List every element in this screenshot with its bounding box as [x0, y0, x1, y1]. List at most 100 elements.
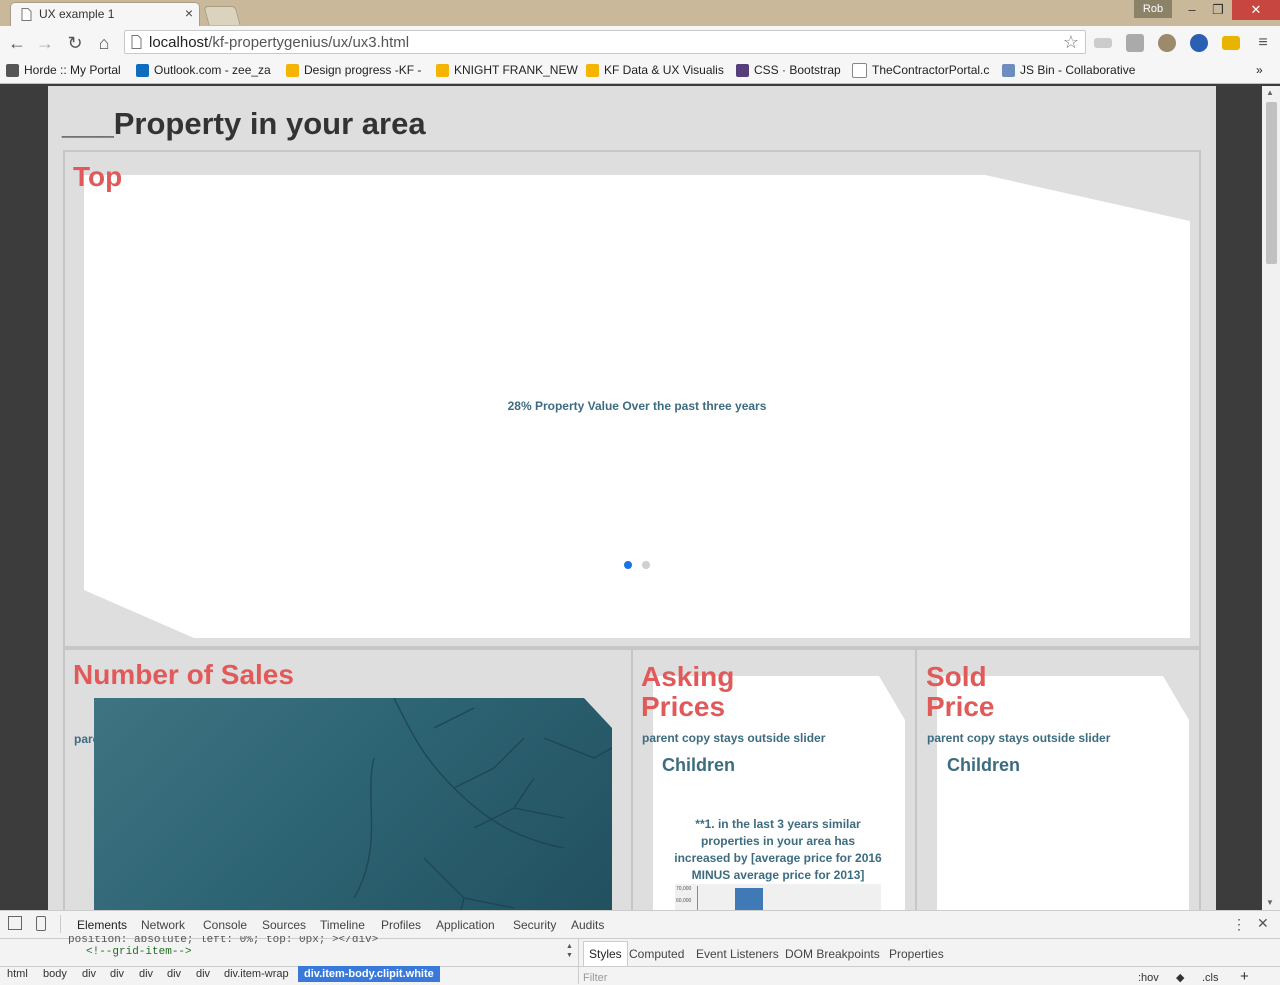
sales-image	[94, 698, 612, 910]
breadcrumb-item[interactable]: body	[43, 968, 67, 980]
extension-icon[interactable]	[1190, 34, 1208, 52]
top-panel: Top 28% Property Value Over the past thr…	[63, 150, 1201, 648]
browser-tab[interactable]: UX example 1 ×	[10, 2, 200, 26]
device-mode-icon[interactable]	[36, 916, 46, 931]
new-tab-button[interactable]	[203, 6, 241, 25]
address-bar[interactable]: localhost/kf-propertygenius/ux/ux3.html …	[124, 30, 1086, 54]
bookmark-star-icon[interactable]: ☆	[1063, 32, 1079, 53]
bookmark-item[interactable]: Design progress -KF -	[286, 62, 421, 78]
forward-icon[interactable]: →	[34, 32, 56, 54]
extension-icon[interactable]	[1158, 34, 1176, 52]
devtools-tab-sources[interactable]: Sources	[262, 918, 306, 932]
devtools-tab-timeline[interactable]: Timeline	[320, 918, 365, 932]
code-comment: <!--grid-item-->	[86, 946, 192, 958]
sold-panel-title-line2: Price	[926, 691, 995, 722]
element-state-icon[interactable]: ◆	[1176, 971, 1184, 984]
bookmark-item[interactable]: TheContractorPortal.c	[852, 62, 989, 78]
breadcrumb-item[interactable]: div	[110, 968, 124, 980]
inspect-element-icon[interactable]	[8, 916, 22, 930]
extension-icon[interactable]	[1094, 38, 1112, 48]
mini-chart-bar	[735, 888, 763, 910]
breadcrumb-item-selected[interactable]: div.item-body.clipit.white	[298, 966, 440, 982]
devtools-tab-application[interactable]: Application	[436, 918, 495, 932]
tree-branches-image	[353, 698, 612, 910]
bookmark-favicon-icon	[6, 63, 19, 77]
devtools-tab-profiles[interactable]: Profiles	[381, 918, 421, 932]
scroll-up-icon[interactable]: ▲	[1266, 88, 1274, 97]
sold-children-heading: Children	[947, 755, 1021, 775]
extension-icon[interactable]	[1222, 36, 1240, 50]
bookmark-item[interactable]: CSS · Bootstrap	[736, 62, 841, 78]
styles-filter-input[interactable]: Filter	[583, 972, 607, 984]
bookmark-item[interactable]: Horde :: My Portal	[6, 62, 121, 78]
devtools-side-tab-event-listeners[interactable]: Event Listeners	[696, 947, 779, 961]
bookmark-favicon-icon	[436, 63, 449, 77]
page-info-icon	[131, 35, 142, 49]
mini-chart-tick: 70,000	[676, 886, 692, 892]
scrollbar-thumb[interactable]	[1266, 102, 1277, 264]
home-icon[interactable]: ⌂	[93, 32, 115, 54]
asking-panel: Asking Prices parent copy stays outside …	[631, 648, 917, 910]
sold-panel-title-line1: Sold	[926, 661, 987, 692]
profile-badge[interactable]: Rob	[1134, 0, 1172, 18]
devtools-tab-security[interactable]: Security	[513, 918, 556, 932]
menu-icon[interactable]: ≡	[1252, 32, 1274, 54]
slider-dot-active[interactable]	[624, 561, 632, 569]
devtools-side-tab-styles[interactable]: Styles	[583, 941, 628, 966]
slide-text: 28% Property Value Over the past three y…	[507, 399, 767, 413]
devtools-side-tab-dom-breakpoints[interactable]: DOM Breakpoints	[785, 947, 880, 961]
mini-chart-tick: 60,000	[676, 898, 692, 904]
page-viewport: ___Property in your area Top 28% Propert…	[48, 86, 1216, 910]
breadcrumb-item[interactable]: div	[196, 968, 210, 980]
new-style-rule-button[interactable]: +	[1240, 968, 1249, 985]
asking-note: **1. in the last 3 years similar propert…	[674, 817, 882, 882]
bookmark-favicon-icon	[1002, 63, 1015, 77]
hover-state-toggle[interactable]: :hov	[1138, 972, 1159, 984]
breadcrumb-item[interactable]: div	[167, 968, 181, 980]
top-panel-title: Top	[73, 161, 123, 192]
devtools-split	[578, 939, 579, 984]
devtools-tab-audits[interactable]: Audits	[571, 918, 604, 932]
scroll-down-icon[interactable]: ▼	[1266, 898, 1274, 907]
asking-children-heading: Children	[662, 755, 736, 775]
code-scroll-icon[interactable]: ▲ ▼	[566, 942, 573, 960]
extension-icon[interactable]	[1126, 34, 1144, 52]
devtools-side-tab-computed[interactable]: Computed	[629, 947, 684, 961]
bookmark-item[interactable]: KF Data & UX Visualis	[586, 62, 724, 78]
devtools-side-tab-properties[interactable]: Properties	[889, 947, 944, 961]
code-line: position: absolute; left: 0%; top: 0px; …	[68, 936, 379, 944]
url-host: localhost	[149, 34, 209, 51]
devtools-tab-console[interactable]: Console	[203, 918, 247, 932]
devtools-menu-icon[interactable]: ⋮	[1232, 916, 1246, 933]
class-toggle[interactable]: .cls	[1202, 972, 1219, 984]
back-icon[interactable]: ←	[6, 32, 28, 54]
url-text: localhost/kf-propertygenius/ux/ux3.html	[149, 34, 409, 51]
bookmark-item[interactable]: JS Bin - Collaborative	[1002, 62, 1135, 78]
bookmark-item[interactable]: KNIGHT FRANK_NEW	[436, 62, 578, 78]
bookmark-item[interactable]: Outlook.com - zee_za	[136, 62, 271, 78]
tab-close-button[interactable]: ×	[185, 5, 193, 21]
slider-dot[interactable]	[642, 561, 650, 569]
minimize-button[interactable]: –	[1178, 0, 1206, 20]
bookmark-favicon-icon	[736, 63, 749, 77]
bookmarks-overflow-button[interactable]: »	[1256, 62, 1263, 78]
document-icon	[21, 8, 32, 21]
sales-panel: Number of Sales pare	[63, 648, 633, 910]
asking-panel-title-line2: Prices	[641, 691, 726, 722]
sales-panel-title: Number of Sales	[73, 659, 294, 690]
sold-copy: parent copy stays outside slider	[927, 731, 1111, 745]
breadcrumb-item[interactable]: div	[82, 968, 96, 980]
maximize-button[interactable]: ❐	[1204, 0, 1232, 20]
tab-title: UX example 1	[39, 7, 115, 21]
breadcrumb-item[interactable]: div	[139, 968, 153, 980]
reload-icon[interactable]: ↻	[64, 32, 86, 54]
mini-chart-axis	[697, 886, 698, 910]
close-window-button[interactable]: ✕	[1232, 0, 1280, 20]
devtools-tab-network[interactable]: Network	[141, 918, 185, 932]
devtools-tab-elements[interactable]: Elements	[77, 918, 127, 932]
breadcrumb-item[interactable]: div.item-wrap	[224, 968, 289, 980]
devtools-close-icon[interactable]: ✕	[1257, 915, 1269, 932]
breadcrumb-item[interactable]: html	[7, 968, 28, 980]
toolbar-divider	[60, 915, 61, 933]
bookmark-favicon-icon	[286, 63, 299, 77]
